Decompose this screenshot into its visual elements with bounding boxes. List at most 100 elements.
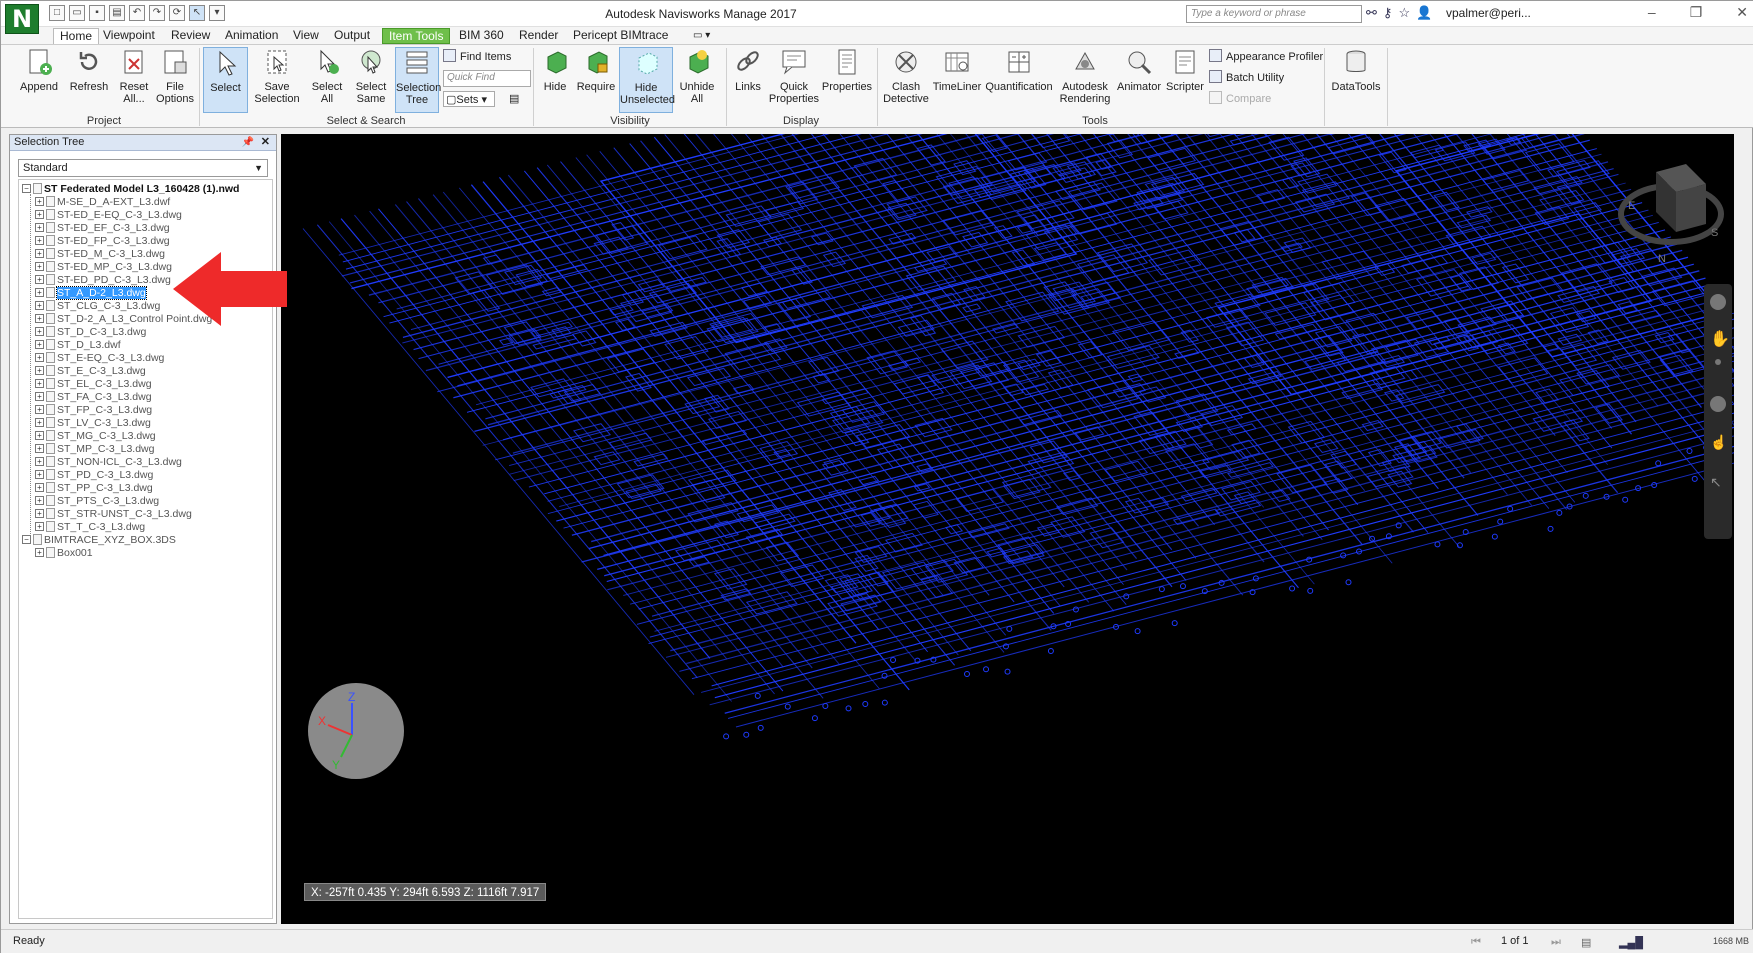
properties-button[interactable]: Properties [821,47,873,113]
find-items-button[interactable]: Find Items [443,49,511,65]
expand-icon[interactable]: + [35,366,44,375]
hide-button[interactable]: Hide [537,47,573,113]
expand-icon[interactable]: + [35,301,44,310]
tree-item[interactable]: + ST_EL_C-3_L3.dwg [35,377,152,391]
timeliner-button[interactable]: TimeLiner [931,47,983,113]
batch-utility-button[interactable]: Batch Utility [1209,70,1284,86]
tree-item[interactable]: + M-SE_D_A-EXT_L3.dwf [35,195,170,209]
wireframe-model[interactable] [281,134,1734,924]
tree-item[interactable]: + ST_NON-ICL_C-3_L3.dwg [35,455,182,469]
expand-icon[interactable]: + [35,249,44,258]
expand-icon[interactable]: + [35,197,44,206]
look-icon[interactable]: ☝ [1710,434,1727,450]
expand-icon[interactable]: + [35,210,44,219]
tree-item[interactable]: + ST_D_L3.dwf [35,338,121,352]
expand-icon[interactable]: + [35,522,44,531]
app-logo[interactable]: N [5,4,39,34]
tab-pericept-bimtrace[interactable]: Pericept BIMtrace [567,28,674,44]
refresh-button[interactable]: Refresh [65,47,113,113]
expand-icon[interactable]: + [35,340,44,349]
file-options-button[interactable]: File Options [155,47,195,113]
3d-viewport[interactable]: Z X Y X: -257ft 0.435 Y: 294ft 6.593 Z: … [281,134,1734,924]
collapse-icon[interactable]: − [22,184,31,193]
maximize-icon[interactable]: ❐ [1690,4,1703,21]
clash-detective-button[interactable]: Clash Detective [881,47,931,113]
tree-item[interactable]: + ST_LV_C-3_L3.dwg [35,416,151,430]
expand-icon[interactable]: + [35,236,44,245]
expand-icon[interactable]: + [35,431,44,440]
tree-root-node[interactable]: − ST Federated Model L3_160428 (1).nwd [22,182,239,196]
steering-wheel-icon[interactable] [1710,294,1726,310]
binoculars-icon[interactable]: ⚯ [1366,5,1377,21]
select-button[interactable]: Select [203,47,248,113]
star-icon[interactable]: ☆ [1398,5,1410,21]
tree-item[interactable]: + ST-ED_EF_C-3_L3.dwg [35,221,170,235]
expand-icon[interactable]: + [35,262,44,271]
tree-item[interactable]: + ST-ED_MP_C-3_L3.dwg [35,260,172,274]
user-name[interactable]: vpalmer@peri... [1446,6,1531,20]
expand-icon[interactable]: + [35,223,44,232]
tree-item[interactable]: + ST_FP_C-3_L3.dwg [35,403,152,417]
select-all-button[interactable]: Select All [306,47,348,113]
datatools-button[interactable]: DataTools [1329,47,1383,113]
minimize-icon[interactable]: – [1648,4,1656,21]
expand-icon[interactable]: + [35,379,44,388]
tree-item[interactable]: + ST_E-EQ_C-3_L3.dwg [35,351,164,365]
pan-hand-icon[interactable]: ✋ [1710,329,1730,348]
tab-overflow-icon[interactable]: ▭ ▾ [687,28,716,44]
scripter-button[interactable]: Scripter [1163,47,1207,113]
tree-item[interactable]: + ST_E_C-3_L3.dwg [35,364,146,378]
sets-manage-icon[interactable]: ▤ [509,91,519,107]
append-button[interactable]: Append [13,47,65,113]
tab-viewpoint[interactable]: Viewpoint [97,28,161,44]
tree-item[interactable]: + ST_PD_C-3_L3.dwg [35,468,153,482]
user-icon[interactable]: 👤 [1416,5,1432,21]
require-button[interactable]: Require [575,47,617,113]
pin-icon[interactable]: 📌 [242,135,254,150]
tree-item[interactable]: + ST_PP_C-3_L3.dwg [35,481,153,495]
tab-output[interactable]: Output [328,28,376,44]
key-icon[interactable]: ⚷ [1383,5,1393,21]
compare-button[interactable]: Compare [1209,91,1271,107]
tab-home[interactable]: Home [53,28,100,44]
tree-item[interactable]: + ST_STR-UNST_C-3_L3.dwg [35,507,192,521]
expand-icon[interactable]: + [35,483,44,492]
expand-icon[interactable]: + [35,470,44,479]
animator-button[interactable]: Animator [1115,47,1163,113]
tree-item[interactable]: + ST-ED_FP_C-3_L3.dwg [35,234,170,248]
sheet-browser-icon[interactable]: ▤ [1581,936,1591,949]
tab-item-tools[interactable]: Item Tools [382,28,451,44]
tree-item[interactable]: + ST_PTS_C-3_L3.dwg [35,494,159,508]
quantification-button[interactable]: Quantification [985,47,1053,113]
expand-icon[interactable]: + [35,496,44,505]
expand-icon[interactable]: + [35,509,44,518]
panel-label-project[interactable]: Project [11,115,197,127]
selection-tree-button[interactable]: Selection Tree [395,47,441,113]
hide-unselected-button[interactable]: Hide Unselected [619,47,675,113]
tree-item[interactable]: + ST-ED_M_C-3_L3.dwg [35,247,165,261]
unhide-all-button[interactable]: Unhide All [675,47,719,113]
expand-icon[interactable]: + [35,444,44,453]
sets-dropdown[interactable]: ▢Sets ▾ [443,91,495,107]
expand-icon[interactable]: + [35,418,44,427]
reset-all-button[interactable]: Reset All... [114,47,154,113]
save-selection-button[interactable]: Save Selection [251,47,303,113]
expand-icon[interactable]: + [35,314,44,323]
collapse-icon[interactable]: − [22,535,31,544]
autodesk-rendering-button[interactable]: Autodesk Rendering [1057,47,1113,113]
tab-review[interactable]: Review [165,28,216,44]
tree-item[interactable]: + ST_MP_C-3_L3.dwg [35,442,154,456]
expand-icon[interactable]: + [35,405,44,414]
last-page-icon[interactable]: ⏭ [1551,936,1561,949]
expand-icon[interactable]: + [35,392,44,401]
orbit-icon[interactable] [1710,396,1726,412]
viewcube[interactable]: E N S [1616,154,1726,264]
select-cursor-icon[interactable]: ↖ [1710,474,1726,490]
tab-view[interactable]: View [287,28,325,44]
tree-item-selected[interactable]: + ST_A_D-2_L3.dwg [35,286,147,300]
expand-icon[interactable]: + [35,353,44,362]
quick-find-input[interactable]: Quick Find [443,70,531,87]
zoom-dot-icon[interactable] [1715,359,1721,365]
expand-icon[interactable]: + [35,457,44,466]
quick-properties-button[interactable]: Quick Properties [767,47,821,113]
